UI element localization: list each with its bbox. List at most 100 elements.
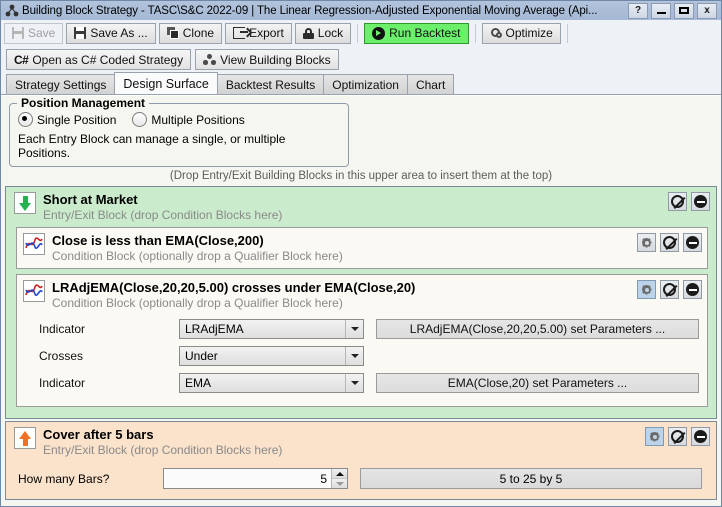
- clone-label: Clone: [182, 26, 215, 40]
- radio-multiple-positions[interactable]: [132, 112, 148, 127]
- drop-hint-top: (Drop Entry/Exit Building Blocks in this…: [169, 170, 553, 182]
- indicator-2-set-parameters-button[interactable]: EMA(Close,20) set Parameters ...: [376, 372, 699, 393]
- stepper-down-icon[interactable]: [332, 479, 347, 488]
- run-backtest-label: Run Backtest: [389, 26, 461, 40]
- condition-settings-icon[interactable]: [637, 280, 656, 299]
- chevron-down-icon: [345, 319, 363, 338]
- run-backtest-button[interactable]: Run Backtest: [364, 22, 469, 44]
- tab-design-surface[interactable]: Design Surface: [114, 72, 218, 94]
- blocks-area: Short at Market Entry/Exit Block (drop C…: [5, 186, 717, 506]
- disable-icon[interactable]: [668, 192, 687, 211]
- how-many-bars-value[interactable]: 5: [164, 469, 331, 488]
- block-settings-icon[interactable]: [645, 427, 664, 446]
- block-actions: [668, 192, 710, 211]
- condition-header: LRAdjEMA(Close,20,20,5.00) crosses under…: [17, 275, 707, 315]
- condition-title: Close is less than EMA(Close,200): [52, 233, 264, 248]
- cover-parameters: How many Bars? 5 5 to 25 by 5: [6, 462, 716, 499]
- parameter-label: Indicator: [39, 321, 86, 336]
- block-titles: Cover after 5 bars Entry/Exit Block (dro…: [43, 427, 639, 458]
- block-subtitle: Entry/Exit Block (drop Condition Blocks …: [43, 443, 283, 457]
- open-as-csharp-button[interactable]: C# Open as C# Coded Strategy: [6, 49, 192, 70]
- disable-icon[interactable]: [660, 233, 679, 252]
- help-button[interactable]: ?: [628, 2, 648, 19]
- save-as-button[interactable]: Save As ...: [66, 22, 156, 44]
- parameter-row: Indicator EMA EMA(Close,20) set Paramete…: [39, 371, 699, 394]
- conditions-container: Close is less than EMA(Close,200) Condit…: [6, 227, 716, 418]
- position-management-options: Single Position Multiple Positions: [18, 112, 340, 127]
- position-management-title: Position Management: [17, 96, 150, 110]
- condition-curve-icon: [23, 280, 45, 302]
- disable-icon[interactable]: [660, 280, 679, 299]
- lock-icon: [302, 27, 314, 39]
- secondary-toolbar: C# Open as C# Coded Strategy View Buildi…: [1, 46, 721, 73]
- save-as-icon: [74, 27, 87, 39]
- export-icon: [233, 27, 249, 39]
- chevron-down-icon: [345, 373, 363, 392]
- crosses-value: Under: [185, 348, 218, 363]
- view-building-blocks-button[interactable]: View Building Blocks: [195, 49, 339, 70]
- block-header: Short at Market Entry/Exit Block (drop C…: [6, 187, 716, 227]
- application-window: Building Block Strategy - TASC\S&C 2022-…: [0, 0, 722, 507]
- block-titles: Short at Market Entry/Exit Block (drop C…: [43, 192, 662, 223]
- arrow-up-orange-icon: [14, 427, 36, 449]
- stepper-buttons: [331, 469, 347, 488]
- condition-subtitle: Condition Block (optionally drop a Quali…: [52, 249, 343, 263]
- condition-curve-icon: [23, 233, 45, 255]
- building-blocks-icon: [203, 53, 217, 66]
- how-many-bars-stepper[interactable]: 5: [163, 468, 348, 489]
- parameter-label: Indicator: [39, 375, 86, 390]
- view-building-blocks-label: View Building Blocks: [220, 52, 331, 67]
- position-management-group: Position Management Single Position Mult…: [9, 96, 349, 167]
- entry-block-short-at-market[interactable]: Short at Market Entry/Exit Block (drop C…: [5, 186, 717, 419]
- indicator-1-set-parameters-button[interactable]: LRAdjEMA(Close,20,20,5.00) set Parameter…: [376, 318, 699, 339]
- exit-block-cover-after-5-bars[interactable]: Cover after 5 bars Entry/Exit Block (dro…: [5, 421, 717, 500]
- tab-chart[interactable]: Chart: [406, 74, 455, 94]
- optimize-button[interactable]: Optimize: [481, 22, 561, 44]
- optimize-label: Optimize: [505, 26, 553, 40]
- tab-backtest-results[interactable]: Backtest Results: [216, 74, 325, 94]
- parameter-row: Crosses Under: [39, 344, 699, 367]
- block-title: Cover after 5 bars: [43, 427, 154, 442]
- condition-settings-icon[interactable]: [637, 233, 656, 252]
- radio-single-position-label: Single Position: [37, 112, 117, 127]
- export-label: Export: [249, 26, 284, 40]
- parameter-row: Indicator LRAdjEMA LRAdjEMA(Close,20,20,…: [39, 317, 699, 340]
- disable-icon[interactable]: [668, 427, 687, 446]
- radio-single-position[interactable]: [18, 112, 33, 127]
- crosses-select[interactable]: Under: [179, 345, 364, 366]
- close-button[interactable]: x: [697, 2, 717, 19]
- csharp-icon: C#: [14, 52, 29, 67]
- stepper-up-icon[interactable]: [332, 469, 347, 479]
- save-as-label: Save As ...: [90, 26, 148, 40]
- minimize-button[interactable]: [651, 2, 671, 19]
- save-button[interactable]: Save: [4, 22, 64, 44]
- remove-icon[interactable]: [691, 192, 710, 211]
- radio-multiple-positions-label: Multiple Positions: [151, 112, 245, 127]
- condition-block-1[interactable]: Close is less than EMA(Close,200) Condit…: [16, 227, 708, 269]
- gear-icon: [490, 27, 502, 39]
- remove-icon[interactable]: [691, 427, 710, 446]
- bars-range-button[interactable]: 5 to 25 by 5: [360, 468, 702, 489]
- indicator-1-select[interactable]: LRAdjEMA: [179, 318, 364, 339]
- save-label: Save: [28, 26, 56, 40]
- building-blocks-icon: [5, 4, 19, 18]
- maximize-button[interactable]: [674, 2, 694, 19]
- indicator-2-select[interactable]: EMA: [179, 372, 364, 393]
- condition-block-2[interactable]: LRAdjEMA(Close,20,20,5.00) crosses under…: [16, 274, 708, 407]
- condition-actions: [637, 280, 702, 299]
- chevron-down-icon: [345, 346, 363, 365]
- remove-icon[interactable]: [683, 233, 702, 252]
- how-many-bars-label: How many Bars?: [18, 471, 110, 486]
- lock-button[interactable]: Lock: [294, 22, 352, 44]
- design-surface-page: Position Management Single Position Mult…: [1, 95, 721, 506]
- toolbar-separator-1: [357, 23, 359, 43]
- arrow-down-green-icon: [14, 192, 36, 214]
- condition-titles: Close is less than EMA(Close,200) Condit…: [52, 233, 631, 264]
- export-button[interactable]: Export: [225, 22, 292, 44]
- clone-button[interactable]: Clone: [158, 22, 223, 44]
- tab-strategy-settings[interactable]: Strategy Settings: [6, 74, 116, 94]
- block-title: Short at Market: [43, 192, 138, 207]
- tab-optimization[interactable]: Optimization: [323, 74, 408, 94]
- remove-icon[interactable]: [683, 280, 702, 299]
- save-icon: [12, 27, 24, 39]
